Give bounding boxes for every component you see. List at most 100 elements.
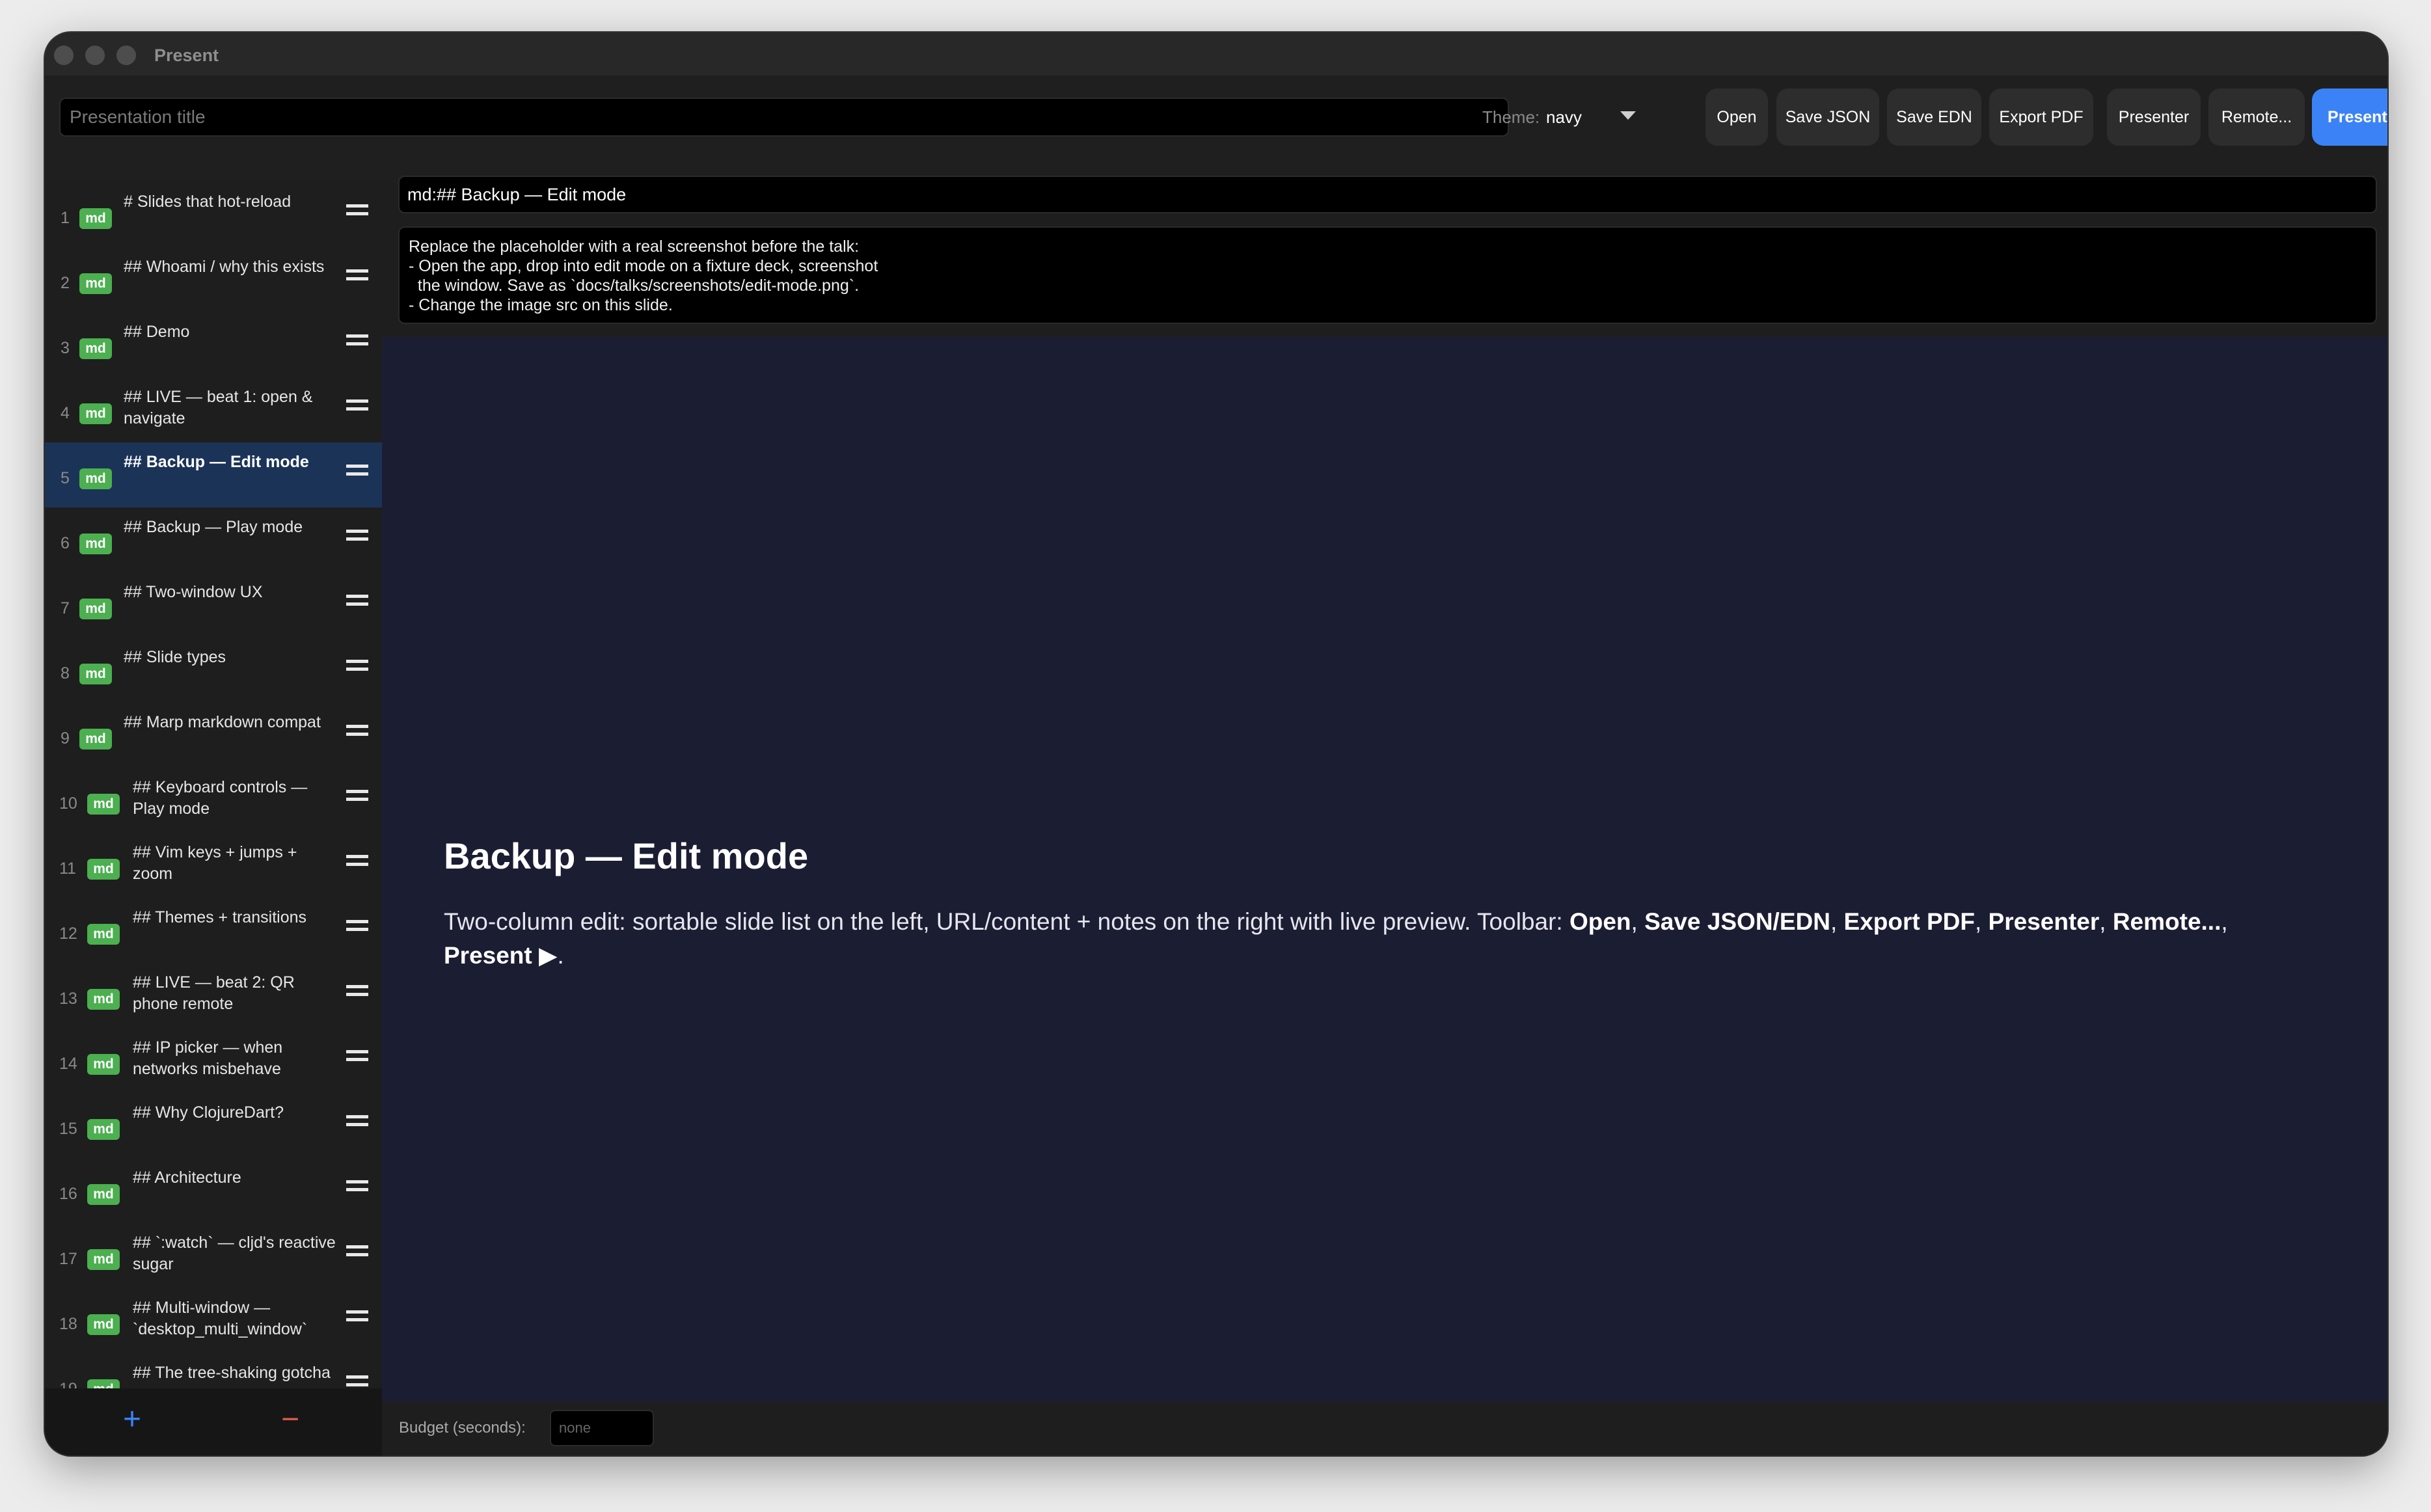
save-json-button[interactable]: Save JSON bbox=[1776, 88, 1879, 146]
preview-item-remote: Remote... bbox=[2112, 908, 2221, 935]
preview-item-presenter: Presenter bbox=[1988, 908, 2100, 935]
slide-list-item[interactable]: 8 md ## Slide types bbox=[45, 638, 382, 703]
slide-list-item[interactable]: 10 md ## Keyboard controls — Play mode bbox=[45, 768, 382, 833]
slide-title-text: ## Why ClojureDart? bbox=[133, 1103, 284, 1122]
chevron-down-icon[interactable] bbox=[1620, 111, 1636, 120]
drag-handle-icon[interactable] bbox=[346, 1375, 368, 1386]
slide-title-text: ## Two-window UX bbox=[124, 583, 263, 601]
slide-list-item[interactable]: 18 md ## Multi-window — `desktop_multi_win… bbox=[45, 1288, 382, 1353]
slide-type-badge: md bbox=[79, 599, 112, 619]
slide-preview: Backup — Edit mode Two-column edit: sort… bbox=[382, 337, 2387, 1401]
slide-title-text: ## `:watch` — cljd's reactive sugar bbox=[133, 1234, 336, 1273]
slide-title-text: ## LIVE — beat 1: open & navigate bbox=[124, 388, 313, 427]
slide-title-text: ## The tree-shaking gotcha bbox=[133, 1364, 331, 1382]
drag-handle-icon[interactable] bbox=[346, 920, 368, 931]
preview-separator: , bbox=[2221, 908, 2228, 935]
drag-handle-icon[interactable] bbox=[346, 399, 368, 411]
slide-type-badge: md bbox=[87, 859, 120, 880]
slide-list-item[interactable]: 7 md ## Two-window UX bbox=[45, 573, 382, 638]
slide-list-item[interactable]: 5 md ## Backup — Edit mode bbox=[45, 442, 382, 507]
slide-type-badge: md bbox=[87, 1054, 120, 1075]
slide-number: 15 bbox=[59, 1120, 77, 1138]
slide-number: 9 bbox=[61, 729, 70, 748]
theme-select[interactable]: navy bbox=[1546, 105, 1582, 129]
slide-type-badge: md bbox=[79, 664, 112, 684]
present-button[interactable]: Present ▶ bbox=[2312, 88, 2387, 146]
drag-handle-icon[interactable] bbox=[346, 1180, 368, 1191]
slide-list-item[interactable]: 17 md ## `:watch` — cljd's reactive sugar bbox=[45, 1223, 382, 1288]
remove-slide-button[interactable]: − bbox=[281, 1404, 299, 1435]
preview-separator: , bbox=[2099, 908, 2113, 935]
slide-type-badge: md bbox=[87, 794, 120, 815]
drag-handle-icon[interactable] bbox=[346, 269, 368, 280]
slide-title-text: ## Slide types bbox=[124, 648, 226, 666]
slide-list-item[interactable]: 9 md ## Marp markdown compat bbox=[45, 703, 382, 768]
slide-type-badge: md bbox=[79, 338, 112, 359]
app-window: Present Theme: navy Open Save JSON Save … bbox=[45, 33, 2387, 1455]
slide-list-item[interactable]: 11 md ## Vim keys + jumps + zoom bbox=[45, 833, 382, 898]
slide-title-text: ## Architecture bbox=[133, 1168, 241, 1187]
drag-handle-icon[interactable] bbox=[346, 1050, 368, 1061]
slide-list-item[interactable]: 3 md ## Demo bbox=[45, 312, 382, 377]
slide-type-badge: md bbox=[87, 1314, 120, 1335]
slide-number: 10 bbox=[59, 794, 77, 813]
slide-title-text: ## Themes + transitions bbox=[133, 908, 307, 926]
slide-list-item[interactable]: 15 md ## Why ClojureDart? bbox=[45, 1093, 382, 1158]
drag-handle-icon[interactable] bbox=[346, 790, 368, 801]
add-slide-button[interactable]: + bbox=[123, 1404, 141, 1435]
minimize-window-button[interactable] bbox=[85, 46, 105, 65]
slide-title-text: # Slides that hot-reload bbox=[124, 193, 292, 211]
zoom-window-button[interactable] bbox=[116, 46, 136, 65]
presenter-button[interactable]: Presenter bbox=[2107, 88, 2201, 146]
drag-handle-icon[interactable] bbox=[346, 204, 368, 215]
preview-item-export: Export PDF bbox=[1843, 908, 1975, 935]
slide-type-badge: md bbox=[79, 468, 112, 489]
slide-list-item[interactable]: 1 md # Slides that hot-reload bbox=[45, 182, 382, 247]
drag-handle-icon[interactable] bbox=[346, 465, 368, 476]
slide-number: 14 bbox=[59, 1055, 77, 1073]
slide-title-text: ## Backup — Edit mode bbox=[124, 453, 309, 471]
budget-seconds-input[interactable] bbox=[550, 1410, 654, 1446]
slide-title-text: ## Whoami / why this exists bbox=[124, 258, 325, 276]
slide-number: 3 bbox=[61, 339, 70, 357]
slide-list-item[interactable]: 2 md ## Whoami / why this exists bbox=[45, 247, 382, 312]
slide-type-badge: md bbox=[87, 989, 120, 1010]
slide-number: 13 bbox=[59, 990, 77, 1008]
slide-number: 17 bbox=[59, 1250, 77, 1268]
preview-item-open: Open bbox=[1569, 908, 1631, 935]
drag-handle-icon[interactable] bbox=[346, 725, 368, 736]
slide-number: 6 bbox=[61, 534, 70, 552]
slide-list-item[interactable]: 14 md ## IP picker — when networks misbeha… bbox=[45, 1028, 382, 1093]
preview-separator: , bbox=[1974, 908, 1989, 935]
drag-handle-icon[interactable] bbox=[346, 660, 368, 671]
drag-handle-icon[interactable] bbox=[346, 1310, 368, 1321]
save-edn-button[interactable]: Save EDN bbox=[1887, 88, 1981, 146]
presentation-title-input[interactable] bbox=[59, 98, 1509, 137]
drag-handle-icon[interactable] bbox=[346, 595, 368, 606]
remote-button[interactable]: Remote... bbox=[2208, 88, 2305, 146]
slide-list-item[interactable]: 6 md ## Backup — Play mode bbox=[45, 507, 382, 573]
slide-list-item[interactable]: 4 md ## LIVE — beat 1: open & navigate bbox=[45, 377, 382, 442]
slide-list-item[interactable]: 12 md ## Themes + transitions bbox=[45, 898, 382, 963]
open-button[interactable]: Open bbox=[1705, 88, 1768, 146]
slide-type-badge: md bbox=[79, 533, 112, 554]
slide-list-item[interactable]: 16 md ## Architecture bbox=[45, 1158, 382, 1223]
drag-handle-icon[interactable] bbox=[346, 985, 368, 996]
slide-list-item[interactable]: 13 md ## LIVE — beat 2: QR phone remote bbox=[45, 963, 382, 1028]
speaker-notes-textarea[interactable]: Replace the placeholder with a real scre… bbox=[398, 226, 2377, 324]
slide-number: 12 bbox=[59, 925, 77, 943]
close-window-button[interactable] bbox=[54, 46, 74, 65]
slide-number: 4 bbox=[61, 404, 70, 422]
slide-url-input[interactable] bbox=[398, 176, 2377, 213]
slide-title-text: ## Vim keys + jumps + zoom bbox=[133, 843, 297, 883]
drag-handle-icon[interactable] bbox=[346, 1115, 368, 1126]
slide-title-text: ## Marp markdown compat bbox=[124, 713, 321, 731]
drag-handle-icon[interactable] bbox=[346, 334, 368, 345]
title-bar: Present bbox=[45, 33, 2387, 75]
drag-handle-icon[interactable] bbox=[346, 530, 368, 541]
drag-handle-icon[interactable] bbox=[346, 1245, 368, 1256]
slide-type-badge: md bbox=[87, 1184, 120, 1205]
drag-handle-icon[interactable] bbox=[346, 855, 368, 866]
slide-list: 1 md # Slides that hot-reload 2 md ## Whoami … bbox=[45, 182, 382, 1400]
export-pdf-button[interactable]: Export PDF bbox=[1989, 88, 2093, 146]
